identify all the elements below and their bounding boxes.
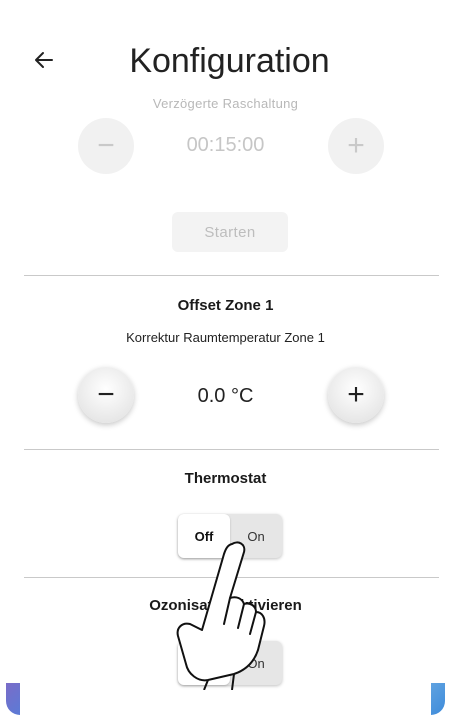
divider — [24, 449, 439, 450]
page-title: Konfiguration — [129, 42, 330, 80]
offset-increment-button[interactable]: + — [328, 367, 384, 423]
ozon-on-option[interactable]: On — [230, 641, 282, 685]
app-header: Konfiguration — [0, 0, 451, 100]
ozon-toggle[interactable]: Off On — [178, 641, 282, 685]
thermostat-off-option[interactable]: Off — [178, 514, 230, 558]
divider — [24, 577, 439, 578]
delayed-section-label: Verzögerte Raschaltung — [152, 96, 299, 111]
offset-stepper: − 0.0 °C + — [0, 367, 451, 427]
offset-zone-subtitle: Korrektur Raumtemperatur Zone 1 — [126, 330, 325, 345]
thermostat-on-option[interactable]: On — [230, 514, 282, 558]
ozon-off-option[interactable]: Off — [178, 641, 230, 685]
ozon-title: Ozonisator aktivieren — [149, 597, 302, 614]
offset-zone-title: Offset Zone 1 — [177, 297, 274, 314]
delay-increment-button[interactable]: + — [328, 118, 384, 174]
bottom-left-accent — [6, 683, 20, 715]
delay-stepper: − 00:15:00 + — [0, 118, 451, 178]
plus-icon: + — [347, 129, 365, 162]
bottom-right-accent — [431, 683, 445, 715]
start-button[interactable]: Starten — [172, 212, 288, 252]
plus-icon: + — [347, 378, 365, 411]
divider — [24, 275, 439, 276]
thermostat-title: Thermostat — [184, 470, 267, 487]
thermostat-toggle[interactable]: Off On — [178, 514, 282, 558]
